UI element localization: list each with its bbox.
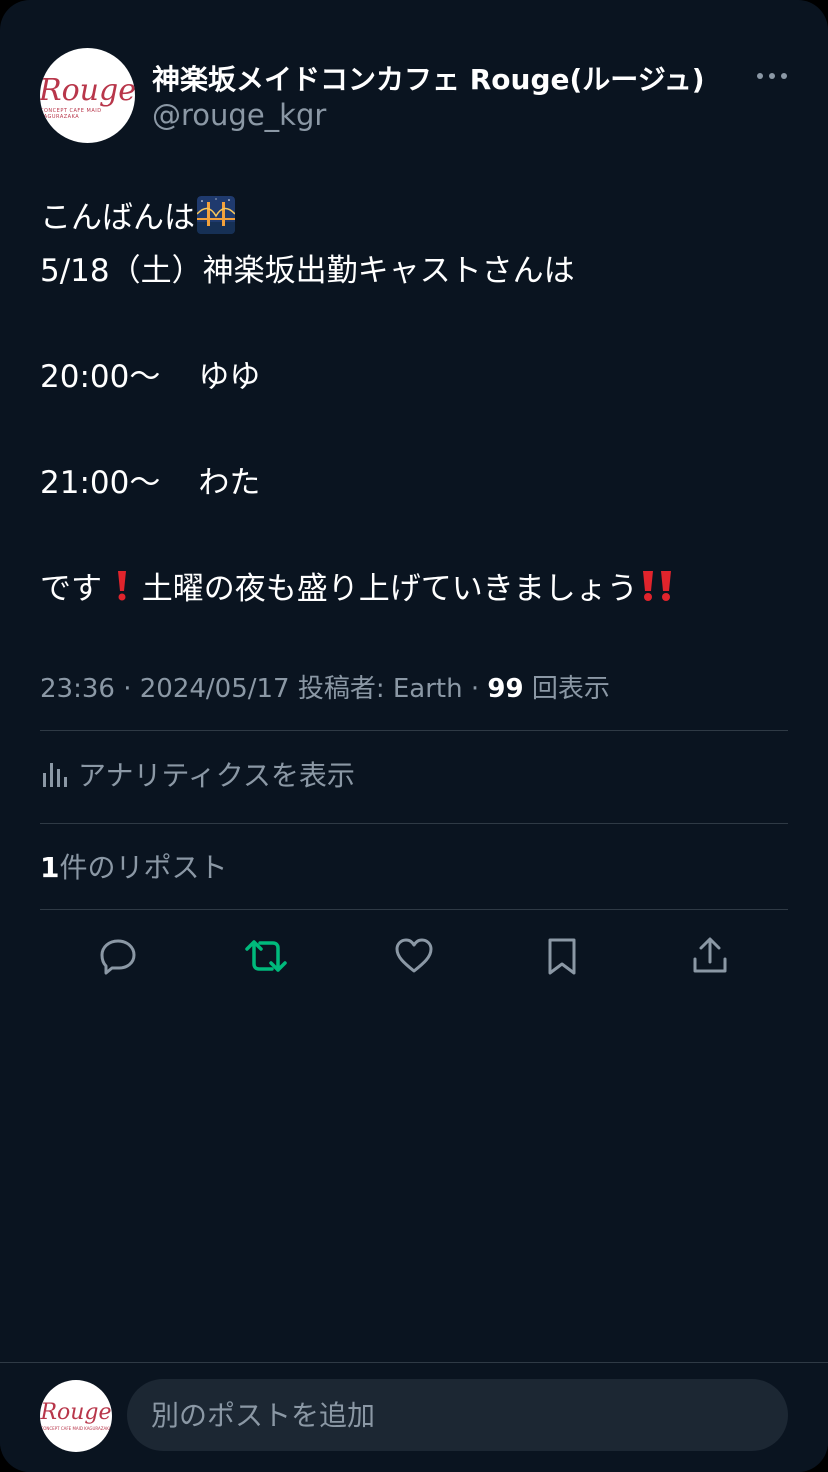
tweet-line-closing: です 土曜の夜も盛り上げていきましょう <box>40 563 800 616</box>
divider <box>40 730 788 731</box>
closing-text-mid: 土曜の夜も盛り上げていきましょう <box>131 571 638 607</box>
double-exclamation-icon <box>642 571 671 601</box>
tweet-date[interactable]: 2024/05/17 <box>140 674 290 704</box>
view-analytics-link[interactable]: アナリティクスを表示 <box>40 754 355 794</box>
reply-button[interactable] <box>96 934 140 978</box>
divider <box>40 823 788 824</box>
red-exclamation-icon <box>117 571 126 601</box>
schedule-cast-name: わた <box>198 465 261 501</box>
views-count: 99 <box>487 674 524 704</box>
display-name[interactable]: 神楽坂メイドコンカフェ Rouge(ルージュ) <box>152 58 705 98</box>
tweet-detail-screen: Rouge CONCEPT CAFE MAID KAGURAZAKA 神楽坂メイ… <box>0 0 828 1472</box>
schedule-time: 21:00〜 <box>40 465 161 501</box>
tweet-time[interactable]: 23:36 <box>40 674 115 704</box>
compose-avatar[interactable]: Rouge CONCEPT CAFE MAID KAGURAZAKA <box>40 1380 112 1452</box>
schedule-time: 20:00〜 <box>40 359 161 395</box>
bookmark-icon <box>548 938 576 975</box>
avatar-logo-text: Rouge <box>40 1399 112 1425</box>
avatar-logo-text: Rouge <box>40 72 135 108</box>
bar-chart-icon <box>43 763 67 787</box>
tweet-meta: 23:36 · 2024/05/17 投稿者: Earth · 99 回表示 <box>40 668 610 705</box>
meta-separator: · <box>462 674 488 704</box>
repost-count-link[interactable]: 1件のリポスト <box>40 846 228 886</box>
repost-button[interactable] <box>244 934 288 978</box>
avatar-logo-subtext: CONCEPT CAFE MAID KAGURAZAKA <box>40 1425 112 1431</box>
meta-separator: · <box>114 674 140 704</box>
schedule-row: 20:00〜 ゆゆ <box>40 351 800 404</box>
repost-count: 1 <box>40 851 60 884</box>
user-handle[interactable]: @rouge_kgr <box>152 98 326 132</box>
bookmark-button[interactable] <box>540 934 584 978</box>
greeting-text: こんばんは <box>40 200 195 236</box>
views-label: 回表示 <box>531 674 610 704</box>
add-post-input[interactable] <box>127 1379 788 1451</box>
like-button[interactable] <box>392 934 436 978</box>
avatar-logo-subtext: CONCEPT CAFE MAID KAGURAZAKA <box>40 107 102 120</box>
closing-text-start: です <box>40 571 102 607</box>
schedule-cast-name: ゆゆ <box>198 359 261 395</box>
repost-icon <box>245 940 287 972</box>
repost-label: 件のリポスト <box>59 851 228 884</box>
schedule-row: 21:00〜 わた <box>40 457 800 510</box>
tweet-line-date: 5/18（土）神楽坂出勤キャストさんは <box>40 253 575 289</box>
heart-icon <box>395 938 433 973</box>
more-options-icon[interactable] <box>752 64 792 88</box>
tweet-body: こんばんは 5/18（土）神楽坂出勤キャストさんは 20:00〜 ゆゆ 21:00… <box>40 192 800 616</box>
divider <box>40 909 788 910</box>
tweet-line-greeting: こんばんは <box>40 192 800 245</box>
bridge-at-night-icon <box>197 196 235 234</box>
reply-icon <box>100 939 136 975</box>
share-button[interactable] <box>688 934 732 978</box>
avatar[interactable]: Rouge CONCEPT CAFE MAID KAGURAZAKA <box>40 48 135 143</box>
analytics-label: アナリティクスを表示 <box>78 759 355 792</box>
posted-by: 投稿者: Earth <box>297 674 463 704</box>
share-icon <box>693 937 727 973</box>
